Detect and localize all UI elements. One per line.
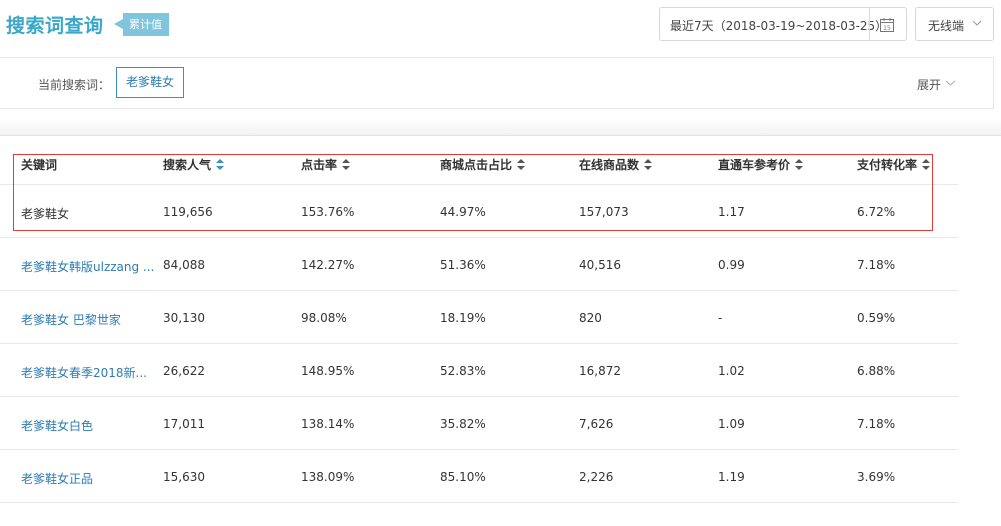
table-row[interactable]: 老爹鞋女正品 15,630 138.09% 85.10% 2,226 1.19 3.69% [0, 450, 958, 503]
date-range-picker[interactable]: 最近7天（2018-03-19~2018-03-25） 15 [659, 7, 907, 41]
cell-ppc-reference-price: 1.17 [718, 205, 745, 219]
chevron-down-icon [972, 20, 982, 26]
cell-conversion-rate: 7.18% [857, 417, 896, 431]
cell-click-rate: 148.95% [301, 364, 355, 378]
date-range-text: 最近7天（2018-03-19~2018-03-25） [670, 19, 888, 33]
column-header-ppc-reference-price[interactable]: 直通车参考价 [718, 156, 804, 173]
keyword-link[interactable]: 老爹鞋女春季2018新... [21, 364, 147, 381]
sort-icon[interactable] [342, 159, 351, 170]
column-header-label: 关键词 [21, 158, 58, 172]
cell-conversion-rate: 6.72% [857, 205, 896, 219]
current-keyword-chip[interactable]: 老爹鞋女 [116, 67, 184, 98]
cumulative-tag: 累计值 [114, 13, 169, 36]
cell-search-popularity: 15,630 [163, 470, 205, 484]
sort-icon[interactable] [922, 159, 931, 170]
column-header-keyword: 关键词 [21, 156, 57, 173]
calendar-day: 15 [883, 25, 891, 32]
table-row[interactable]: 老爹鞋女 巴黎世家 30,130 98.08% 18.19% 820 - 0.59% [0, 291, 958, 344]
keyword-link[interactable]: 老爹鞋女 巴黎世家 [21, 311, 121, 328]
table-row[interactable]: 老爹鞋女 119,656 153.76% 44.97% 157,073 1.17 6.72% [0, 185, 958, 238]
table-row[interactable]: 老爹鞋女春季2018新... 26,622 148.95% 52.83% 16,872 1… [0, 344, 958, 397]
column-header-label: 商城点击占比 [440, 158, 513, 172]
sort-icon[interactable] [644, 159, 653, 170]
cell-online-products: 7,626 [579, 417, 614, 431]
column-header-search-popularity[interactable]: 搜索人气 [163, 156, 225, 173]
cell-online-products: 157,073 [579, 205, 629, 219]
current-search-label: 当前搜索词： [38, 78, 111, 92]
table-header: 关键词 搜索人气 点击率 商城点击占比 在线商品数 直通车参考价 支付转化率 [0, 142, 958, 185]
page-title: 搜索词查询 [6, 15, 104, 37]
cell-ppc-reference-price: 1.02 [718, 364, 745, 378]
chevron-down-icon[interactable] [945, 79, 956, 87]
cell-click-rate: 98.08% [301, 311, 347, 325]
cell-online-products: 16,872 [579, 364, 621, 378]
keyword-link[interactable]: 老爹鞋女正品 [21, 470, 93, 487]
sort-icon[interactable] [795, 159, 804, 170]
column-header-mall-click-share[interactable]: 商城点击占比 [440, 156, 526, 173]
keyword-link[interactable]: 老爹鞋女韩版ulzzang ... [21, 258, 154, 275]
cell-search-popularity: 17,011 [163, 417, 205, 431]
column-header-online-products[interactable]: 在线商品数 [579, 156, 653, 173]
date-picker-divider [869, 8, 870, 40]
cell-conversion-rate: 3.69% [857, 470, 896, 484]
cell-conversion-rate: 7.18% [857, 258, 896, 272]
keyword-table: 关键词 搜索人气 点击率 商城点击占比 在线商品数 直通车参考价 支付转化率 老爹鞋女 119… [0, 142, 958, 503]
cell-online-products: 40,516 [579, 258, 621, 272]
keyword-link[interactable]: 老爹鞋女白色 [21, 417, 93, 434]
keyword-link: 老爹鞋女 [21, 207, 70, 221]
cell-online-products: 820 [579, 311, 602, 325]
cell-ppc-reference-price: 0.99 [718, 258, 745, 272]
cell-conversion-rate: 0.59% [857, 311, 896, 325]
table-row[interactable]: 老爹鞋女白色 17,011 138.14% 35.82% 7,626 1.09 7.18% [0, 397, 958, 450]
cell-search-popularity: 26,622 [163, 364, 205, 378]
cell-click-rate: 153.76% [301, 205, 355, 219]
cell-online-products: 2,226 [579, 470, 614, 484]
column-header-label: 搜索人气 [163, 158, 212, 172]
calendar-icon[interactable]: 15 [879, 17, 895, 33]
sort-icon[interactable] [517, 159, 526, 170]
cell-mall-click-share: 35.82% [440, 417, 486, 431]
column-header-click-rate[interactable]: 点击率 [301, 156, 351, 173]
cell-click-rate: 138.09% [301, 470, 355, 484]
cell-mall-click-share: 85.10% [440, 470, 486, 484]
column-header-label: 直通车参考价 [718, 158, 791, 172]
column-header-label: 点击率 [301, 158, 338, 172]
cell-ppc-reference-price: 1.09 [718, 417, 745, 431]
device-select[interactable]: 无线端 [915, 7, 994, 41]
cell-click-rate: 142.27% [301, 258, 355, 272]
cell-mall-click-share: 52.83% [440, 364, 486, 378]
column-header-label: 在线商品数 [579, 158, 640, 172]
cell-ppc-reference-price: - [718, 311, 723, 325]
table-body: 老爹鞋女 119,656 153.76% 44.97% 157,073 1.17 6.72%… [0, 185, 958, 503]
column-header-label: 支付转化率 [857, 158, 918, 172]
cell-search-popularity: 84,088 [163, 258, 205, 272]
cell-ppc-reference-price: 1.19 [718, 470, 745, 484]
cell-mall-click-share: 44.97% [440, 205, 486, 219]
current-search-panel: 当前搜索词： 老爹鞋女 展开 [0, 57, 994, 109]
cell-click-rate: 138.14% [301, 417, 355, 431]
top-bar: 搜索词查询 累计值 最近7天（2018-03-19~2018-03-25） 15… [0, 0, 1001, 50]
table-row[interactable]: 老爹鞋女韩版ulzzang ... 84,088 142.27% 51.36% 40,5… [0, 238, 958, 291]
cell-mall-click-share: 51.36% [440, 258, 486, 272]
cell-mall-click-share: 18.19% [440, 311, 486, 325]
cell-conversion-rate: 6.88% [857, 364, 896, 378]
device-select-value: 无线端 [928, 19, 965, 33]
expand-button[interactable]: 展开 [917, 76, 941, 93]
cell-search-popularity: 30,130 [163, 311, 205, 325]
section-divider [0, 118, 1001, 136]
cell-search-popularity: 119,656 [163, 205, 213, 219]
sort-icon[interactable] [216, 159, 225, 170]
column-header-conversion-rate[interactable]: 支付转化率 [857, 156, 931, 173]
